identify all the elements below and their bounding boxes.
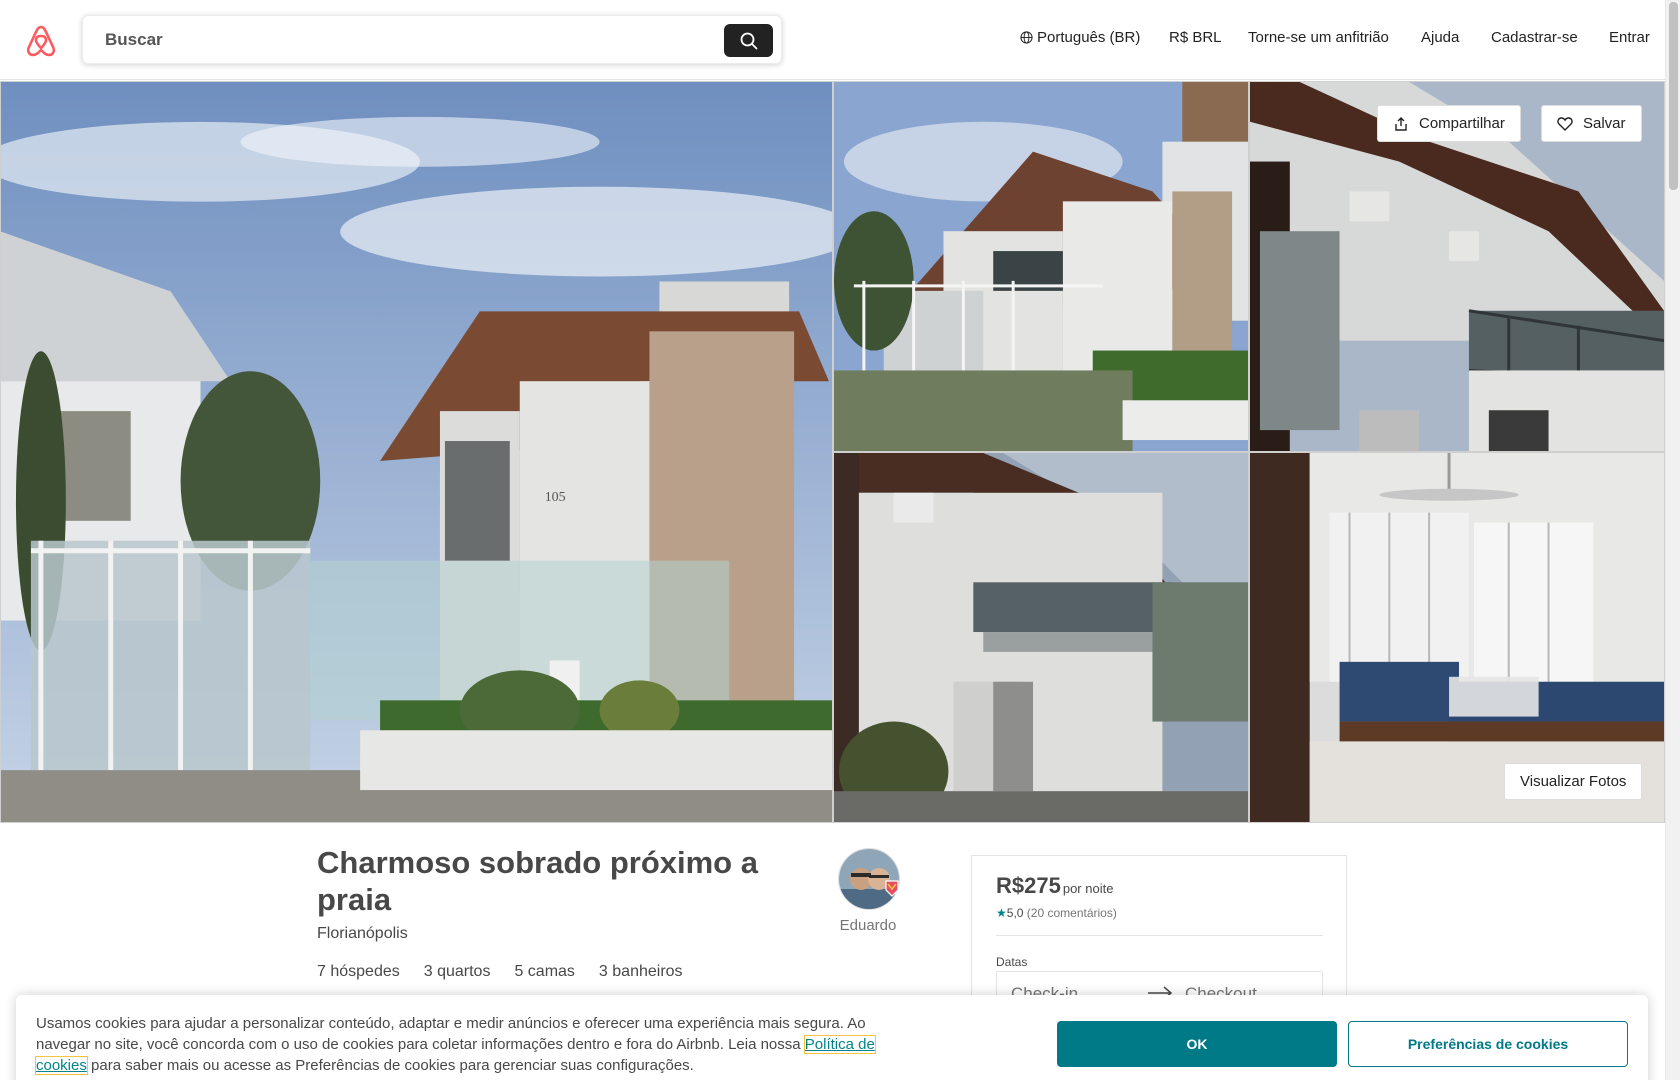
listing-title: Charmoso sobrado próximo a praia (317, 845, 758, 917)
bedrooms-count: 3 quartos (423, 963, 491, 980)
guests-count: 7 hóspedes (317, 963, 400, 980)
photo-gallery: 105 Compartilhar Salvar Visualizar Fotos (0, 81, 1665, 823)
listing-location[interactable]: Florianópolis (317, 925, 408, 943)
search-button[interactable] (724, 24, 773, 57)
star-icon: ★ (996, 906, 1007, 920)
login-link[interactable]: Entrar (1609, 29, 1650, 46)
dates-label: Datas (996, 955, 1028, 969)
rating-value: 5,0 (1006, 906, 1024, 920)
language-label: Português (BR) (1037, 29, 1141, 46)
cookie-text: Usamos cookies para ajudar a personaliza… (35, 1013, 916, 1076)
search-bar (82, 15, 782, 64)
superhost-badge-icon (885, 880, 899, 897)
search-input[interactable] (105, 24, 705, 56)
currency-selector[interactable]: R$ BRL (1169, 29, 1222, 46)
listing-facts: 7 hóspedes 3 quartos 5 camas 3 banheiros (317, 963, 683, 981)
divider (996, 935, 1323, 936)
scrollbar-thumb[interactable] (1669, 2, 1678, 190)
page: Português (BR) R$ BRL Torne-se um anfitr… (0, 0, 1680, 1080)
save-label: Salvar (1583, 115, 1626, 132)
price-unit: por noite (1062, 881, 1114, 896)
cookie-preferences-button[interactable]: Preferências de cookies (1348, 1021, 1628, 1067)
heart-icon (1557, 116, 1573, 131)
save-button[interactable]: Salvar (1541, 105, 1642, 142)
become-host-link[interactable]: Torne-se um anfitrião (1248, 29, 1389, 46)
rating[interactable]: ★5,0 (20 comentários) (996, 906, 1117, 920)
nightly-price: R$275 por noite (996, 873, 1113, 899)
search-icon (740, 32, 757, 49)
house-number: 105 (545, 490, 566, 505)
globe-icon (1020, 31, 1033, 44)
main-photo[interactable]: 105 (0, 81, 833, 823)
view-photos-button[interactable]: Visualizar Fotos (1504, 763, 1643, 800)
gallery-photo-4[interactable] (833, 452, 1249, 823)
share-button[interactable]: Compartilhar (1377, 105, 1521, 142)
share-label: Compartilhar (1419, 115, 1505, 132)
share-icon (1393, 116, 1409, 132)
airbnb-logo-icon[interactable] (25, 24, 57, 58)
price-value: R$275 (996, 873, 1061, 898)
header: Português (BR) R$ BRL Torne-se um anfitr… (0, 0, 1665, 80)
cookie-text-before: Usamos cookies para ajudar a personaliza… (36, 1015, 866, 1053)
cookie-text-after: para saber mais ou acesse as Preferência… (86, 1057, 694, 1074)
cookie-ok-button[interactable]: OK (1057, 1021, 1337, 1067)
bathrooms-count: 3 banheiros (598, 963, 683, 980)
signup-link[interactable]: Cadastrar-se (1491, 29, 1578, 46)
cookie-banner: Usamos cookies para ajudar a personaliza… (16, 995, 1648, 1080)
reviews-count: (20 comentários) (1026, 906, 1117, 920)
host-name[interactable]: Eduardo (826, 917, 910, 934)
host-avatar[interactable] (838, 848, 900, 910)
language-selector[interactable]: Português (BR) (1020, 29, 1140, 46)
gallery-photo-2[interactable] (833, 81, 1249, 452)
help-link[interactable]: Ajuda (1421, 29, 1459, 46)
beds-count: 5 camas (514, 963, 575, 980)
page-scrollbar[interactable] (1665, 0, 1680, 1080)
